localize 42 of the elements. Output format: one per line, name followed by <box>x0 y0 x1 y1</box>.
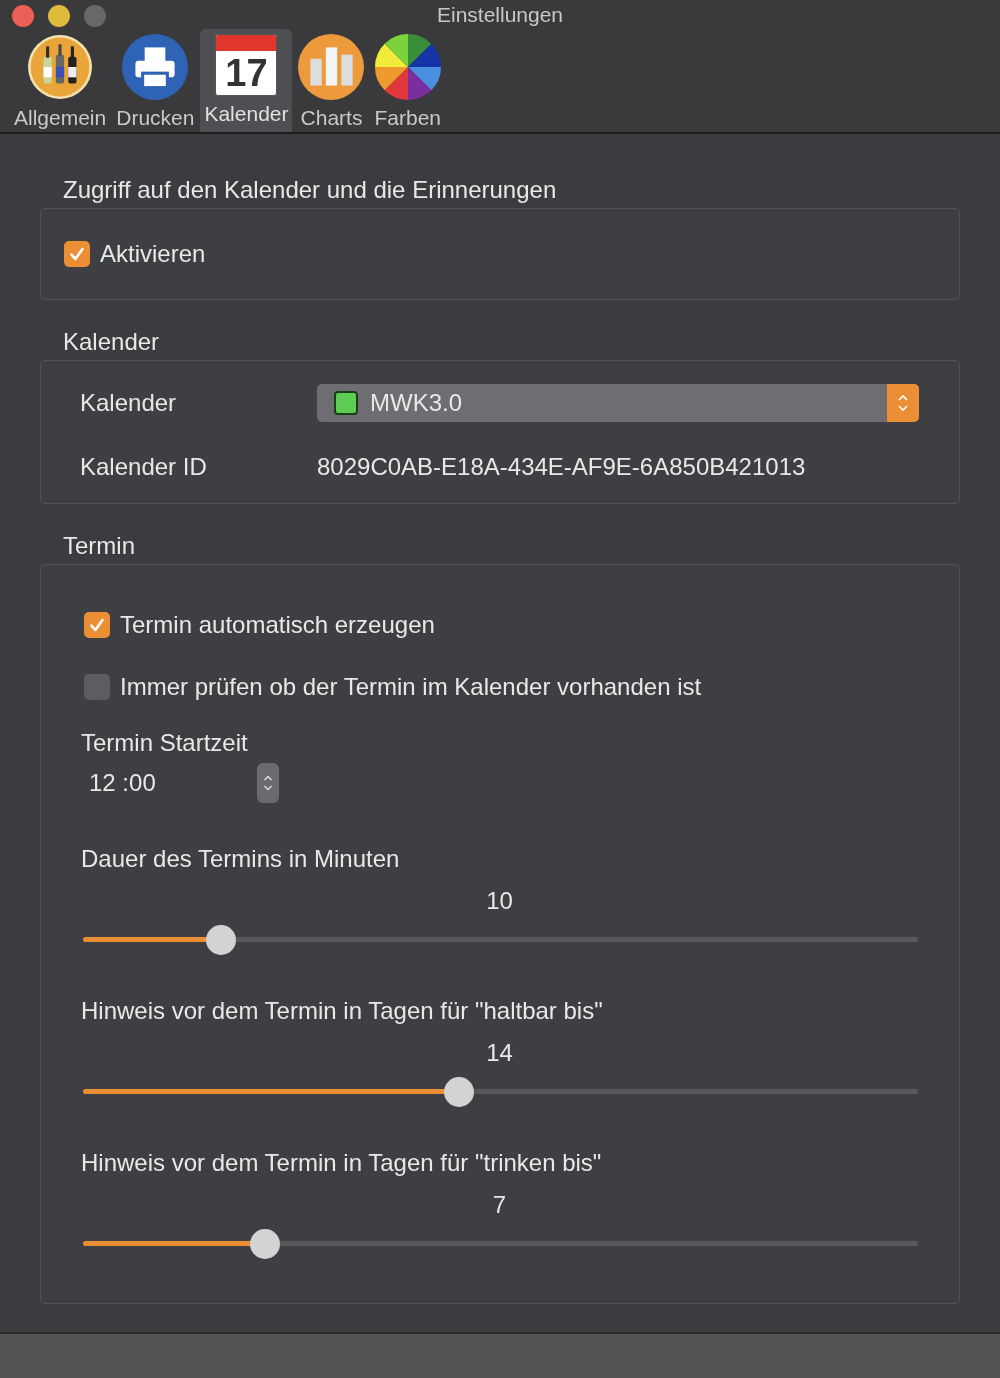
checkbox[interactable] <box>84 673 110 700</box>
printer-icon <box>122 34 189 101</box>
checkbox[interactable] <box>84 611 110 638</box>
calendar-icon: 17 <box>215 34 278 97</box>
slider[interactable] <box>83 1076 918 1107</box>
section-title: Zugriff auf den Kalender und die Erinnerungen <box>62 175 558 204</box>
slider-label: Dauer des Termins in Minuten <box>81 844 401 873</box>
slider[interactable] <box>83 924 918 955</box>
slider-value: 10 <box>486 886 513 915</box>
minimize-button[interactable] <box>48 5 70 27</box>
window-title: Einstellungen <box>436 2 564 27</box>
checkbox-label: Immer prüfen ob der Termin im Kalender vorhanden ist <box>120 672 702 701</box>
bar-chart-icon <box>298 34 365 101</box>
slider-value: 7 <box>492 1190 507 1219</box>
slider-label: Hinweis vor dem Termin in Tagen für "trinken bis" <box>81 1148 603 1177</box>
checkbox[interactable] <box>64 240 90 267</box>
wine-bottles-icon <box>27 34 94 101</box>
close-button[interactable] <box>12 5 34 27</box>
slider-label: Hinweis vor dem Termin in Tagen für "haltbar bis" <box>81 996 604 1025</box>
time-field[interactable]: 12 :00 <box>81 768 249 797</box>
stepper[interactable] <box>257 762 279 803</box>
field-label: Kalender ID <box>80 452 208 481</box>
checkbox-label: Termin automatisch erzeugen <box>120 610 435 639</box>
toolbar-tab[interactable]: Farben <box>370 29 446 132</box>
color-wheel-icon <box>374 34 441 101</box>
section-title: Kalender <box>62 327 161 356</box>
slider-value: 14 <box>486 1038 513 1067</box>
toolbar-tab[interactable]: 17 Kalender <box>200 29 293 132</box>
slider-thumb[interactable] <box>443 1076 474 1107</box>
checkbox-label: Aktivieren <box>100 239 206 268</box>
toolbar-tab[interactable]: Allgemein <box>10 29 111 132</box>
slider-thumb[interactable] <box>250 1228 280 1259</box>
toolbar-tab[interactable]: Charts <box>294 29 369 132</box>
section-title: Termin <box>62 531 136 560</box>
field-label: Kalender <box>80 388 178 417</box>
calendar-dropdown[interactable]: MWK3.0 <box>317 383 919 422</box>
field-label: Termin Startzeit <box>81 728 249 757</box>
slider-thumb[interactable] <box>205 924 236 955</box>
slider[interactable] <box>83 1228 918 1259</box>
toolbar-tab[interactable]: Drucken <box>112 29 199 132</box>
calendar-id: 8029C0AB-E18A-434E-AF9E-6A850B421013 <box>317 452 806 481</box>
dropdown-arrows-icon <box>887 383 919 422</box>
